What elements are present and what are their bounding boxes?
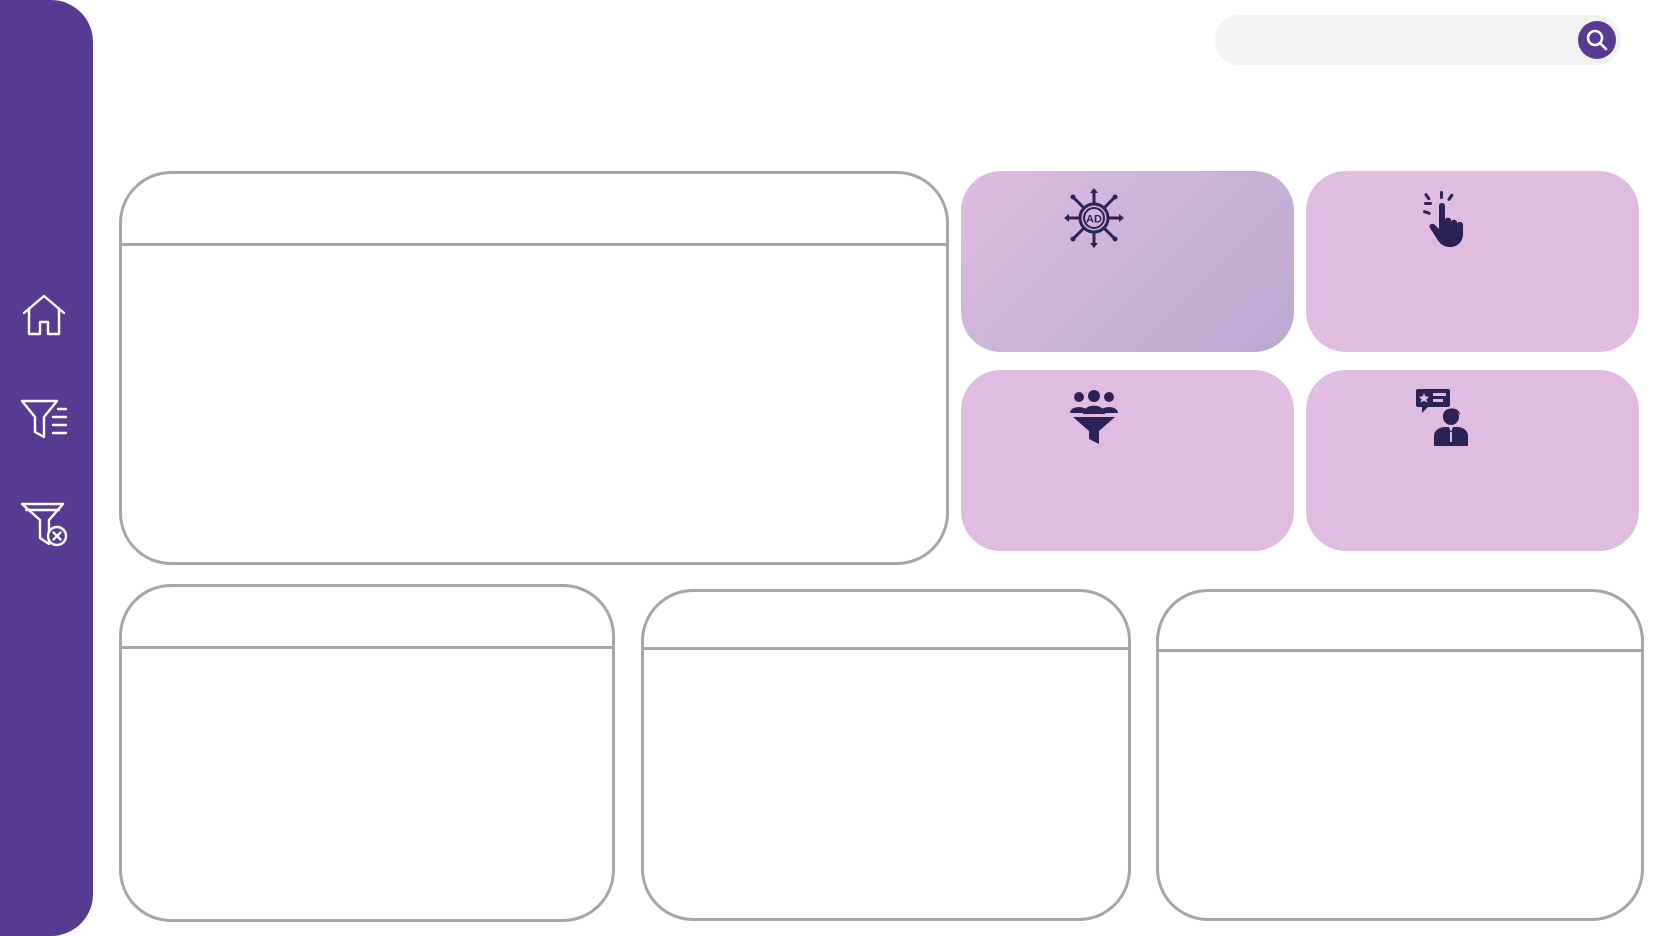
bottom-left-panel-header xyxy=(122,587,612,649)
main-chart-panel-header xyxy=(122,174,946,246)
sidebar-item-filters[interactable] xyxy=(14,390,74,450)
search-input[interactable] xyxy=(1233,15,1577,67)
tile-icon-wrap: AD xyxy=(1061,185,1127,251)
search-icon xyxy=(1586,29,1608,51)
bottom-right-panel-header xyxy=(1159,592,1641,652)
dashboard-page: AD xyxy=(0,0,1664,936)
sidebar xyxy=(0,0,93,936)
clear-filter-icon xyxy=(20,502,68,547)
main-chart-panel xyxy=(119,171,949,565)
filter-list-icon xyxy=(20,399,68,439)
kpi-tile-customer-review[interactable] xyxy=(1306,370,1639,551)
tile-icon-wrap xyxy=(1414,187,1480,253)
tile-icon-wrap xyxy=(1412,384,1478,450)
search-button[interactable] xyxy=(1578,21,1616,59)
click-hand-icon xyxy=(1422,191,1463,247)
bottom-right-panel xyxy=(1156,589,1644,921)
bottom-middle-panel xyxy=(641,589,1131,921)
customer-review-icon xyxy=(1416,389,1468,446)
kpi-tile-ad-reach[interactable]: AD xyxy=(961,171,1294,352)
kpi-tile-clicks[interactable] xyxy=(1306,171,1639,352)
audience-funnel-icon xyxy=(1070,390,1118,444)
search-bar xyxy=(1215,15,1621,67)
kpi-tile-audience[interactable] xyxy=(961,370,1294,551)
tile-icon-wrap xyxy=(1061,386,1127,452)
sidebar-item-clear-filters[interactable] xyxy=(14,495,74,555)
svg-text:AD: AD xyxy=(1086,214,1102,226)
bottom-middle-panel-header xyxy=(644,592,1128,650)
home-icon xyxy=(22,294,66,336)
sidebar-item-home[interactable] xyxy=(14,285,74,345)
ad-broadcast-icon: AD xyxy=(1064,188,1124,248)
bottom-left-panel xyxy=(119,584,615,922)
